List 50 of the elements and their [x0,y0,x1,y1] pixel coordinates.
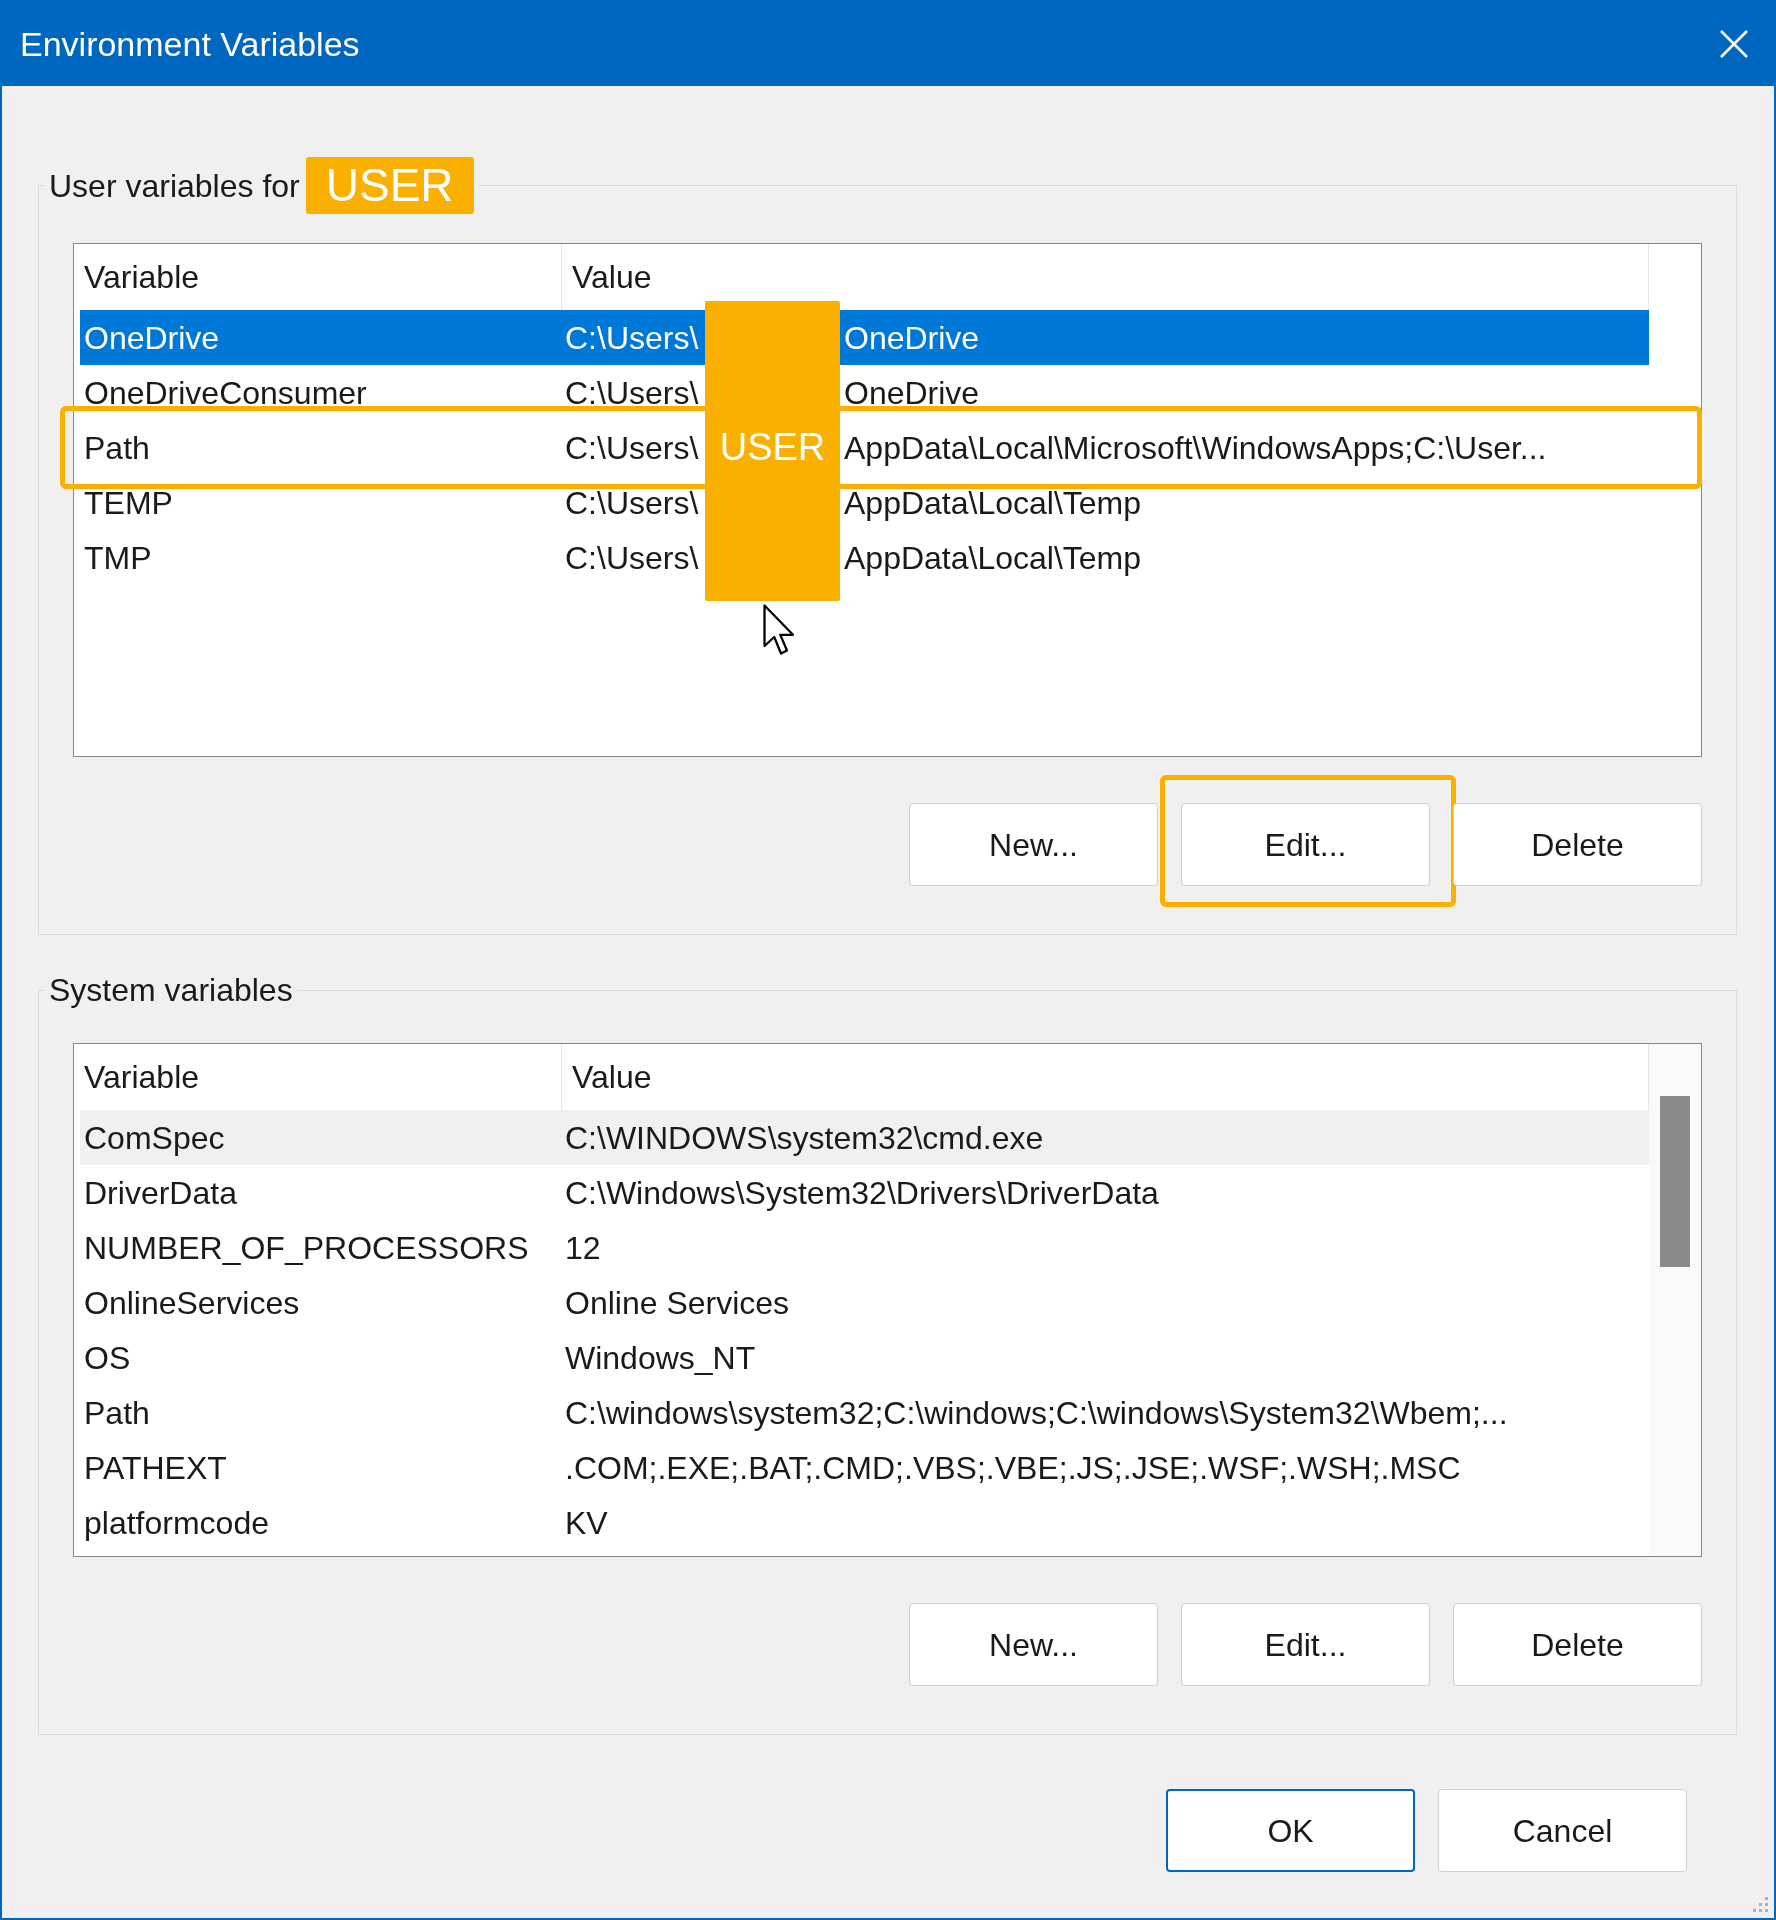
variable-name: TMP [83,538,153,578]
selected-row[interactable]: ComSpec C:\WINDOWS\system32\cmd.exe [80,1110,1649,1165]
scrollbar-thumb[interactable] [1660,1096,1690,1267]
action-button[interactable]: Edit... [1181,803,1430,886]
variable-name: OneDriveConsumer [83,373,368,413]
redaction-label: USER [719,425,826,470]
action-button[interactable]: Delete [1453,803,1702,886]
variable-name: TEMP [83,483,174,523]
variable-name: Path [83,428,151,468]
variable-value: OneDrive [844,373,980,413]
variable-value: C:\Users\ [565,373,698,413]
variable-name: DriverData [83,1173,238,1213]
variable-name: OnlineServices [83,1283,301,1323]
scrollbar[interactable] [1649,1044,1701,1556]
variable-name: ComSpec [83,1118,226,1158]
group-label: System variables [49,972,293,1008]
action-button[interactable]: Delete [1453,1603,1702,1686]
variable-value: AppData\Local\Temp [844,538,1142,578]
dialog-button[interactable]: Cancel [1438,1789,1687,1872]
variable-value: AppData\Local\Temp [844,483,1142,523]
variable-name: NUMBER_OF_PROCESSORS [83,1228,530,1268]
variable-value: C:\Users\ [565,318,698,358]
action-button[interactable]: New... [909,1603,1158,1686]
variable-value: C:\windows\system32;C:\windows;C:\windows\System32\Wbem;... [564,1393,1509,1433]
user-badge: USER [305,157,474,214]
variable-value: OneDrive [844,318,980,358]
variable-value: Windows_NT [564,1338,757,1378]
variable-name: OS [83,1338,132,1378]
variable-name: Path [83,1393,151,1433]
variable-value: Online Services [564,1283,791,1323]
variable-value: 12 [564,1228,602,1268]
action-button[interactable]: Edit... [1181,1603,1430,1686]
variable-value: C:\Users\ [565,538,698,578]
variable-value: KV [564,1503,609,1543]
window-title: Environment Variables [20,23,360,65]
variable-name: PATHEXT [83,1448,228,1488]
selected-row[interactable]: OneDrive C:\Users\ OneDrive [80,310,1649,365]
variable-name: platformcode [83,1503,270,1543]
group-label: User variables for [49,166,300,206]
variable-value: .COM;.EXE;.BAT;.CMD;.VBS;.VBE;.JS;.JSE;.WSF;.WSH;.MSC [564,1448,1462,1488]
variable-value: C:\Users\ [565,428,698,468]
close-icon [1719,29,1749,59]
variable-value: C:\WINDOWS\system32\cmd.exe [564,1118,1045,1158]
dialog-button[interactable]: OK [1166,1789,1415,1872]
variable-value: C:\Windows\System32\Drivers\DriverData [564,1173,1160,1213]
variable-name: OneDrive [83,318,221,358]
action-button[interactable]: New... [909,803,1158,886]
variable-value: AppData\Local\Microsoft\WindowsApps;C:\User... [844,428,1547,468]
variable-value: C:\Users\ [565,483,698,523]
resize-grip-icon [1750,1894,1770,1914]
